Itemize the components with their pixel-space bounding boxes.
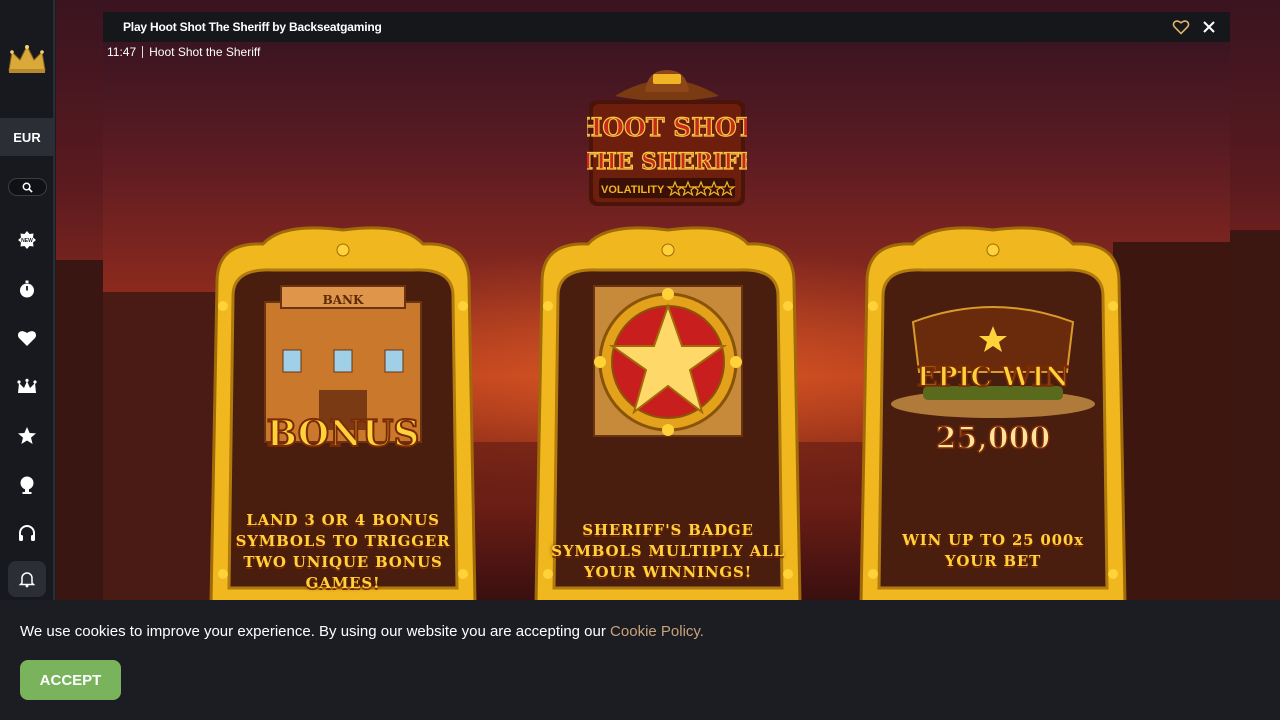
currency-selector[interactable]: EUR (0, 118, 54, 156)
nav-vip[interactable] (14, 374, 40, 400)
heart-outline-icon[interactable] (1172, 18, 1190, 36)
game-modal: Play Hoot Shot The Sheriff by Backseatga… (103, 12, 1230, 600)
stopwatch-icon (20, 280, 34, 298)
star-icon (18, 427, 36, 444)
game-name: Hoot Shot the Sheriff (149, 45, 261, 59)
nav-support[interactable] (14, 521, 40, 547)
nav-new-games[interactable]: NEW (14, 227, 40, 253)
logo-line1: HOOT SHOT (587, 113, 747, 142)
search-icon (22, 182, 33, 193)
bell-icon (18, 572, 36, 588)
headset-icon (19, 525, 35, 541)
game-logo: HOOT SHOT THE SHERIFF VOLATILITY (587, 70, 747, 206)
modal-title: Play Hoot Shot The Sheriff by Backseatga… (123, 20, 382, 34)
volatility-label: VOLATILITY (601, 184, 665, 196)
search-button[interactable] (8, 178, 47, 196)
notifications-button[interactable] (8, 561, 46, 597)
bank-sign: BANK (323, 293, 364, 307)
close-icon[interactable] (1200, 18, 1218, 36)
sheriff-badge-icon (593, 285, 743, 437)
nav-recent[interactable] (14, 276, 40, 302)
trophy-icon (20, 476, 34, 494)
modal-header: Play Hoot Shot The Sheriff by Backseatga… (103, 12, 1230, 42)
nav-favourites[interactable] (14, 325, 40, 351)
cookie-message: We use cookies to improve your experienc… (20, 623, 704, 640)
heart-icon (17, 331, 37, 346)
card-description: SHERIFF'S BADGE SYMBOLS MULTIPLY ALL YOU… (551, 521, 785, 581)
epic-win-amount: 25,000 (936, 421, 1051, 456)
cookie-banner (0, 600, 1280, 720)
bonus-banner: BONUS (267, 413, 420, 455)
canyon-rock-right (1225, 230, 1280, 600)
svg-text:NEW: NEW (21, 238, 33, 244)
new-badge-icon: NEW (18, 231, 36, 249)
cookie-message-text: We use cookies to improve your experienc… (20, 623, 611, 640)
clock-time: 11:47 (107, 45, 137, 59)
crown-logo-icon[interactable] (6, 42, 48, 76)
hud-divider (142, 46, 144, 58)
nav-tournaments[interactable] (14, 472, 40, 498)
nav-popular[interactable] (14, 423, 40, 449)
accept-cookies-button[interactable]: ACCEPT (20, 660, 121, 700)
logo-line2: THE SHERIFF (587, 149, 747, 175)
crown-icon (17, 378, 37, 393)
game-canvas[interactable]: 11:47 Hoot Shot the Sheriff HOOT SHOT THE… (103, 42, 1230, 600)
feature-card-epic-win: EPIC WIN 25,000 WIN UP TO 25 000x YOUR B… (853, 222, 1133, 600)
game-hud: 11:47 Hoot Shot the Sheriff (107, 45, 260, 59)
card-description: LAND 3 OR 4 BONUS SYMBOLS TO TRIGGER TWO… (235, 511, 451, 592)
sidebar: EUR NEW (0, 0, 55, 600)
epic-win-banner: EPIC WIN (917, 362, 1069, 393)
cookie-policy-link[interactable]: Cookie Policy. (610, 623, 704, 640)
feature-card-bonus: BANK BONUS LAND 3 OR 4 BONUS SYMBOLS TO … (203, 222, 483, 600)
card-description: WIN UP TO 25 000x YOUR BET (902, 531, 1084, 570)
feature-card-badge: SHERIFF'S BADGE SYMBOLS MULTIPLY ALL YOU… (528, 222, 808, 600)
